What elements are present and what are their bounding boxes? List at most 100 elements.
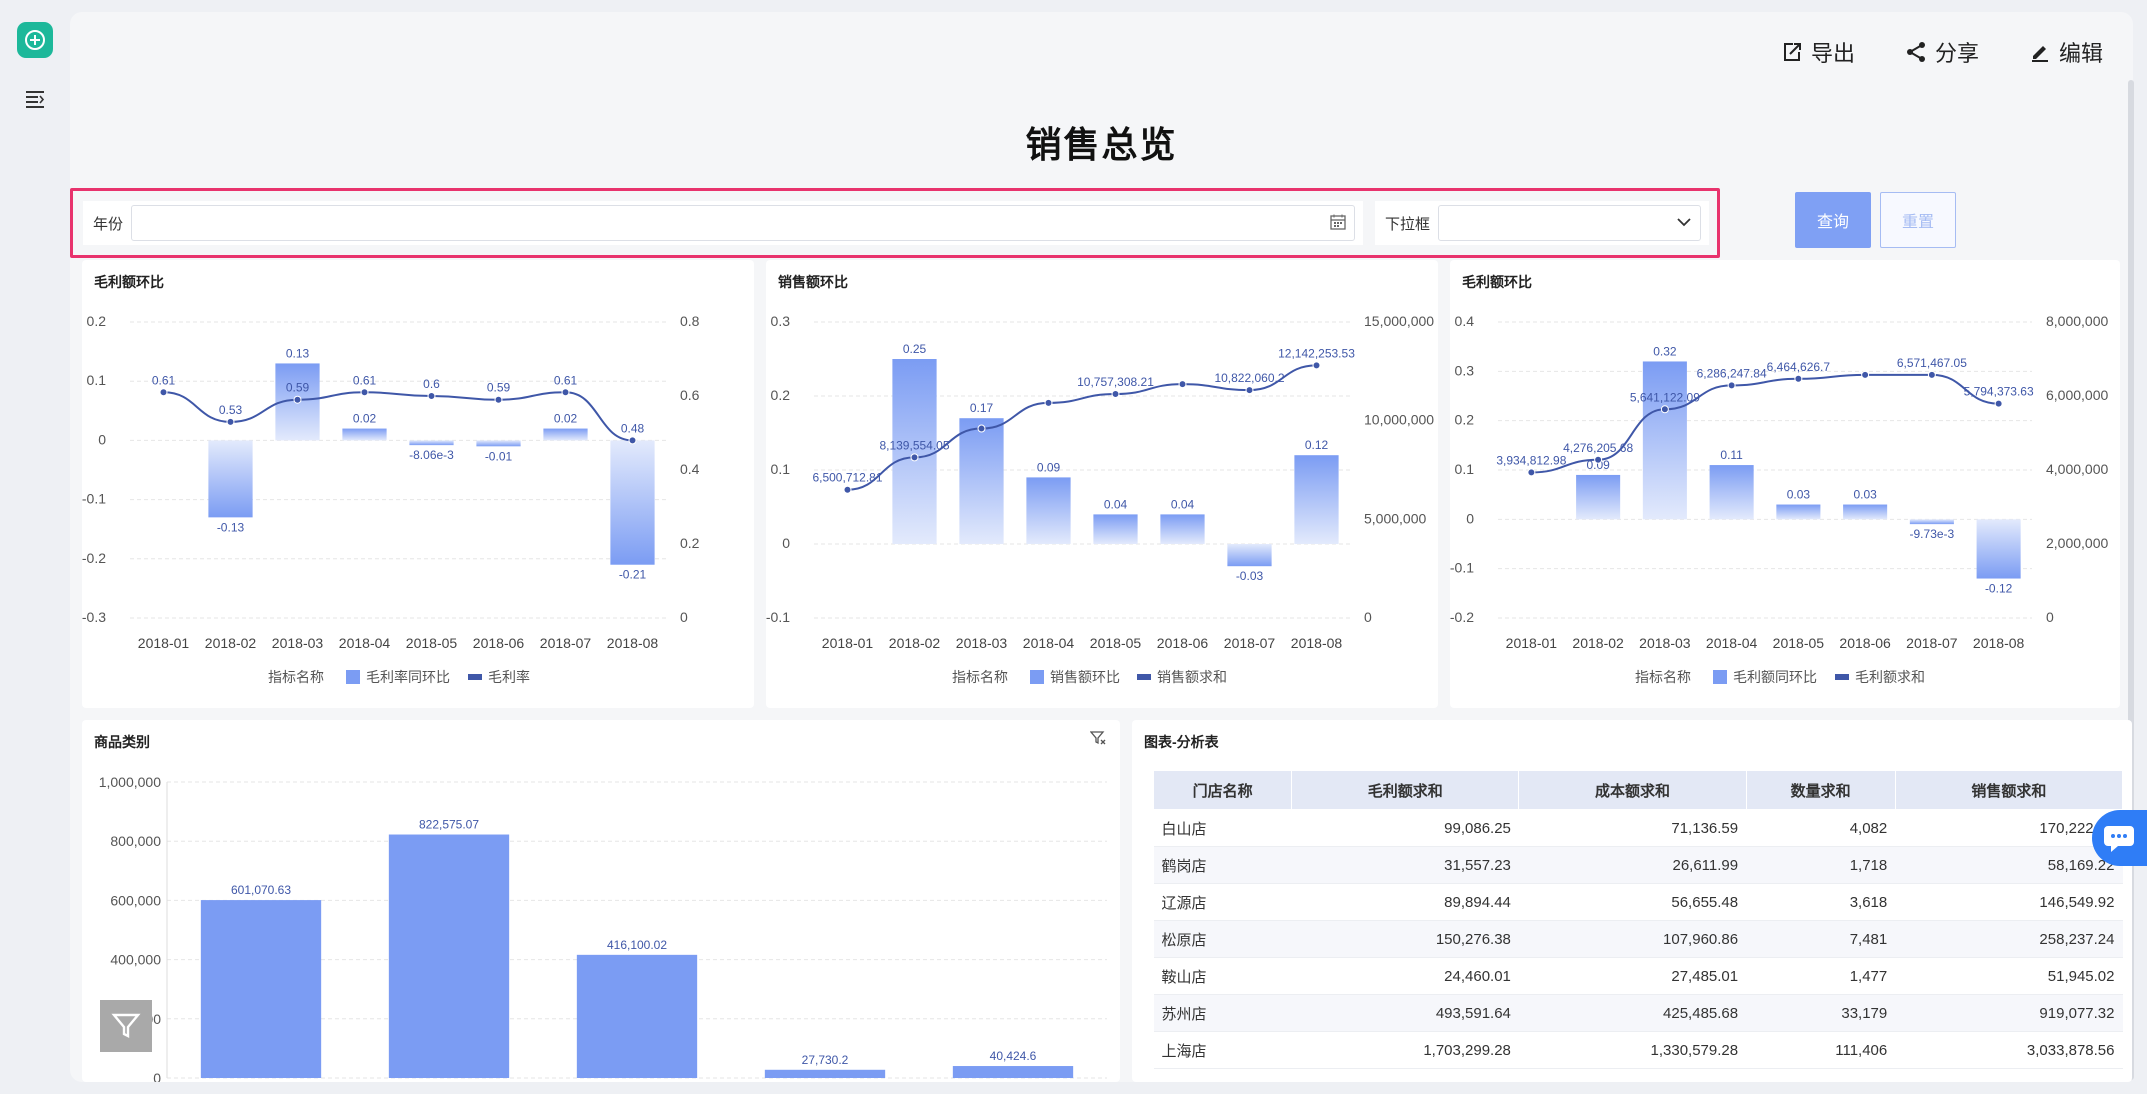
y-tick-label: -0.3 — [82, 609, 106, 625]
line-point — [226, 417, 235, 426]
x-tick-label: 2018-06 — [1157, 635, 1209, 651]
legend-label: 销售额环比 — [1050, 669, 1120, 685]
table-header-cell[interactable]: 毛利额求和 — [1291, 770, 1520, 810]
table-header-cell[interactable]: 门店名称 — [1152, 770, 1293, 810]
year-input[interactable] — [131, 205, 1355, 241]
bar — [1909, 519, 1954, 525]
y-tick-label: 400,000 — [110, 952, 161, 968]
line-point — [427, 392, 436, 400]
analysis-table: 门店名称 毛利额求和 成本额求和 数量求和 销售额求和 白山店 99,086.25 71,1… — [1152, 770, 2124, 1069]
add-icon[interactable] — [17, 22, 53, 58]
y2-tick-label: 10,000,000 — [1364, 412, 1434, 428]
x-tick-label: 2018-05 — [406, 635, 458, 651]
legend-label: 毛利率同环比 — [366, 669, 450, 685]
line-point — [910, 453, 919, 462]
table-cell: 26,611.99 — [1518, 846, 1747, 884]
line-point — [1994, 399, 2003, 408]
table-row[interactable]: 辽源店 89,894.44 56,655.48 3,618 146,549.92 — [1153, 883, 2123, 921]
x-tick-label: 2018-08 — [1291, 635, 1343, 651]
reset-button[interactable]: 重置 — [1880, 192, 1956, 248]
line-point — [1594, 455, 1603, 464]
legend-swatch-line — [1137, 674, 1151, 680]
bar-data-label: 416,100.02 — [607, 938, 667, 952]
x-tick-label: 2018-07 — [1224, 635, 1276, 651]
y-tick-label: 0.3 — [1455, 362, 1475, 378]
y2-tick-label: 0.6 — [680, 387, 700, 403]
edit-button[interactable]: 编辑 — [2029, 36, 2103, 68]
bar-data-label: 0.03 — [1787, 488, 1811, 502]
bar-data-label: -0.03 — [1236, 569, 1264, 583]
bar — [1160, 514, 1205, 544]
y-tick-label: 0.4 — [1455, 313, 1475, 329]
floating-filter-button[interactable] — [100, 1000, 152, 1052]
chevron-down-icon[interactable] — [1676, 214, 1692, 235]
filter-icon[interactable] — [1089, 730, 1106, 751]
table-row[interactable]: 苏州店 493,591.64 425,485.68 33,179 919,077.32 — [1153, 994, 2123, 1032]
table-row[interactable]: 松原店 150,276.38 107,960.86 7,481 258,237.24 — [1153, 920, 2123, 958]
line-point — [1727, 381, 1736, 390]
x-tick-label: 2018-05 — [1773, 635, 1825, 651]
chart-title: 商品类别 — [94, 734, 150, 750]
x-tick-label: 2018-05 — [1090, 635, 1142, 651]
line-data-label: 0.61 — [353, 373, 377, 387]
bar-data-label: 27,730.2 — [802, 1053, 849, 1067]
line-data-label: 0.61 — [554, 373, 578, 387]
line-point — [1861, 370, 1870, 379]
query-button[interactable]: 查询 — [1795, 192, 1871, 248]
table-cell: 258,237.24 — [1895, 920, 2123, 958]
table-row[interactable]: 鹤岗店 31,557.23 26,611.99 1,718 58,169.22 — [1153, 846, 2123, 884]
table-row[interactable]: 上海店 1,703,299.28 1,330,579.28 111,406 3,033,… — [1153, 1031, 2123, 1069]
y-tick-label: 0.2 — [87, 313, 107, 329]
table-header-cell[interactable]: 数量求和 — [1745, 770, 1896, 810]
chat-icon — [2104, 826, 2134, 852]
export-button[interactable]: 导出 — [1781, 36, 1855, 68]
x-tick-label: 2018-07 — [540, 635, 592, 651]
bar — [1642, 361, 1687, 520]
chart-card-product-category: 1,000,000800,000600,000400,000200,000060… — [82, 720, 1120, 1082]
share-icon — [1906, 42, 1925, 62]
bar-data-label: 0.04 — [1104, 497, 1128, 511]
y-tick-label: 600,000 — [110, 892, 161, 908]
table-cell: 24,460.01 — [1291, 957, 1519, 995]
chat-button[interactable] — [2092, 810, 2147, 866]
table-cell: 松原店 — [1153, 920, 1292, 958]
export-icon — [1783, 43, 1801, 61]
table-cell: 1,703,299.28 — [1291, 1031, 1519, 1069]
legend-swatch-line — [468, 674, 482, 680]
year-filter: 年份 — [83, 201, 1363, 245]
table-row[interactable]: 鞍山店 24,460.01 27,485.01 1,477 51,945.02 — [1153, 957, 2123, 995]
line-point — [159, 388, 168, 397]
bar — [1294, 455, 1339, 544]
x-tick-label: 2018-02 — [889, 635, 941, 651]
y2-tick-label: 0.4 — [680, 461, 700, 477]
table-header-cell[interactable]: 成本额求和 — [1518, 770, 1747, 810]
legend-swatch-line — [1835, 674, 1849, 680]
table-row[interactable]: 白山店 99,086.25 71,136.59 4,082 170,222.84 — [1153, 809, 2123, 847]
table-header-row: 门店名称 毛利额求和 成本额求和 数量求和 销售额求和 — [1152, 770, 2124, 810]
table-cell: 7,481 — [1746, 920, 1896, 958]
dropdown-select[interactable] — [1438, 205, 1701, 241]
table-cell: 919,077.32 — [1895, 994, 2123, 1032]
line-point — [1927, 370, 1936, 379]
table-cell: 27,485.01 — [1518, 957, 1747, 995]
line-data-label: 3,934,812.98 — [1496, 453, 1566, 467]
chart-svg: 0.2 0.1 0 -0.1 -0.2 -0.3 0.8 0.6 0.4 0.2 0 2018-01 2… — [82, 313, 700, 685]
legend-label: 销售额求和 — [1157, 669, 1227, 685]
calendar-icon[interactable] — [1330, 214, 1346, 235]
table-header-cell[interactable]: 销售额求和 — [1894, 770, 2124, 810]
bar-data-label: 0.04 — [1171, 497, 1195, 511]
menu-icon[interactable] — [22, 86, 48, 112]
x-tick-label: 2018-07 — [1906, 635, 1958, 651]
bar — [952, 1066, 1074, 1078]
bar-data-label: 40,424.6 — [990, 1049, 1037, 1063]
share-button[interactable]: 分享 — [1905, 36, 1979, 68]
page-title: 销售总览 — [1025, 124, 1178, 165]
y2-tick-label: 0.2 — [680, 535, 700, 551]
line-data-label: 0.59 — [286, 381, 310, 395]
line-point — [843, 485, 852, 494]
bar-data-label: 601,070.63 — [231, 883, 291, 897]
table-cell: 31,557.23 — [1291, 846, 1519, 884]
bar-data-label: -8.06e-3 — [409, 448, 454, 462]
line-point — [1312, 361, 1321, 370]
bar-data-label: 0.11 — [1720, 448, 1743, 462]
